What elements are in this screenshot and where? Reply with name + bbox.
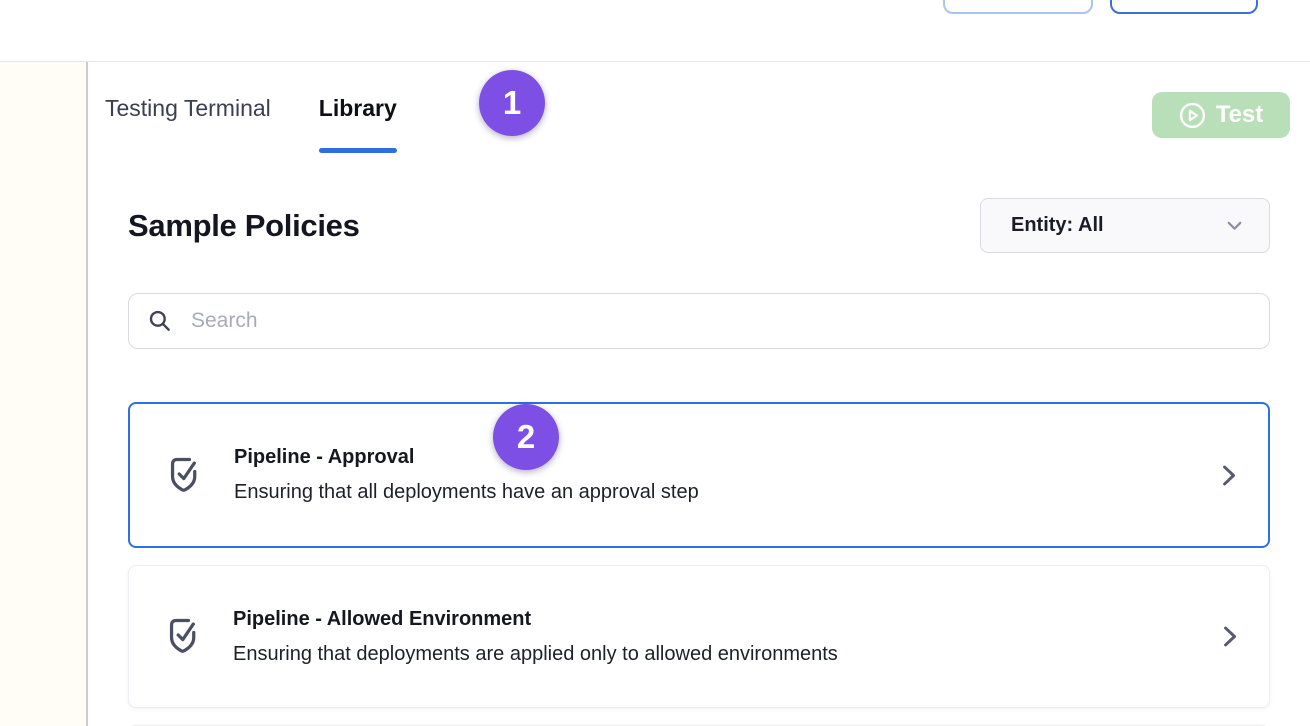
policy-title: Pipeline - Approval [234, 446, 699, 469]
left-sidebar-strip [0, 62, 88, 726]
test-button-label: Test [1216, 101, 1264, 129]
discard-button-label: Discard [1147, 0, 1220, 2]
shield-check-icon [165, 454, 202, 497]
search-icon [147, 308, 173, 334]
search-box[interactable] [128, 293, 1270, 349]
test-button[interactable]: Test [1152, 92, 1290, 138]
policy-card-pipeline-allowed-environment[interactable]: Pipeline - Allowed Environment Ensuring … [128, 565, 1270, 708]
policy-card-text: Pipeline - Approval Ensuring that all de… [234, 446, 699, 504]
policy-title: Pipeline - Allowed Environment [233, 608, 838, 631]
page-title: Sample Policies [128, 208, 360, 244]
annotation-badge-2: 2 [493, 404, 559, 470]
policy-card-text: Pipeline - Allowed Environment Ensuring … [233, 608, 838, 666]
heading-row: Sample Policies Entity: All [128, 198, 1270, 253]
policy-card-pipeline-approval[interactable]: Pipeline - Approval Ensuring that all de… [128, 402, 1270, 548]
search-input[interactable] [191, 309, 1251, 333]
annotation-badge-1-number: 1 [503, 84, 521, 122]
tab-testing-terminal-label: Testing Terminal [105, 95, 271, 121]
chevron-right-icon [1216, 623, 1243, 650]
entity-filter-label: Entity: All [1011, 214, 1222, 237]
annotation-badge-2-number: 2 [517, 418, 535, 456]
chevron-down-icon [1222, 213, 1247, 238]
top-header-bar: + Save Discard [0, 0, 1310, 62]
tab-testing-terminal[interactable]: Testing Terminal [89, 95, 287, 153]
policy-description: Ensuring that all deployments have an ap… [234, 481, 699, 504]
shield-check-icon [164, 615, 201, 658]
save-button[interactable]: + Save [943, 0, 1093, 14]
chevron-right-icon [1215, 462, 1242, 489]
save-button-label: Save [1005, 0, 1052, 2]
discard-button[interactable]: Discard [1110, 0, 1258, 14]
main-panel: Testing Terminal Library Test Sample Pol… [88, 62, 1310, 726]
policy-list: Pipeline - Approval Ensuring that all de… [128, 402, 1270, 726]
tab-library-label: Library [319, 95, 397, 121]
annotation-badge-1: 1 [479, 70, 545, 136]
entity-filter-dropdown[interactable]: Entity: All [980, 198, 1270, 253]
plus-icon: + [984, 0, 997, 3]
play-circle-icon [1179, 102, 1206, 129]
active-tab-underline [319, 148, 397, 153]
tab-bar: Testing Terminal Library [88, 95, 1310, 153]
policy-description: Ensuring that deployments are applied on… [233, 643, 838, 666]
tab-library[interactable]: Library [303, 95, 413, 153]
